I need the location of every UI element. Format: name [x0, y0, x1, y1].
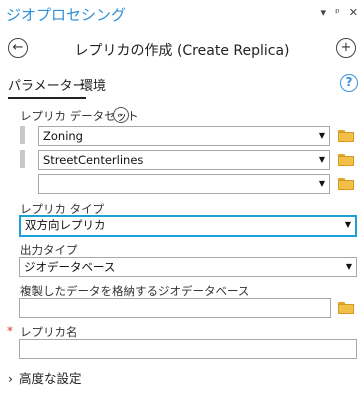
dataset-row-3[interactable]: ▼ — [38, 174, 330, 194]
dropdown-arrow-icon: ▼ — [318, 131, 325, 140]
chevron-right-icon: › — [8, 371, 13, 386]
close-icon[interactable]: ✕ — [349, 7, 358, 19]
dropdown-arrow-icon: ▼ — [344, 220, 351, 229]
folder-icon[interactable] — [338, 302, 354, 314]
tool-title: レプリカの作成 (Create Replica) — [74, 43, 290, 59]
advanced-settings-toggle[interactable]: › 高度な設定 — [8, 368, 82, 387]
replica-name-input[interactable] — [19, 339, 357, 359]
dataset-row-2[interactable]: StreetCenterlines ▼ — [38, 150, 330, 170]
dataset-row-2-value: StreetCenterlines — [43, 153, 144, 167]
advanced-settings-label: 高度な設定 — [19, 371, 82, 386]
tab-parameters[interactable]: パラメーター — [8, 75, 86, 99]
dataset-row-1-value: Zoning — [43, 129, 83, 143]
folder-icon[interactable] — [338, 154, 354, 166]
dropdown-arrow-icon: ▼ — [318, 179, 325, 188]
target-gdb-input[interactable] — [19, 298, 331, 318]
pane-title: ジオプロセシング — [6, 6, 127, 24]
pane-controls: ▾ ᵖ ✕ — [321, 7, 358, 19]
required-marker: * — [7, 324, 13, 338]
plus-icon[interactable]: + — [336, 38, 356, 58]
target-gdb-label: 複製したデータを格納するジオデータベース — [20, 284, 250, 298]
output-type-select[interactable]: ジオデータベース ▼ — [19, 257, 357, 277]
dropdown-arrow-icon: ▼ — [318, 155, 325, 164]
row-drag-handle[interactable] — [20, 126, 25, 144]
output-type-value: ジオデータベース — [24, 260, 116, 274]
folder-icon[interactable] — [338, 130, 354, 142]
output-type-label: 出力タイプ — [20, 243, 78, 257]
replica-type-value: 双方向レプリカ — [25, 218, 106, 232]
chevron-down-icon[interactable]: ⌄ — [113, 107, 129, 123]
dropdown-arrow-icon: ▼ — [345, 262, 352, 271]
pane-menu-icon[interactable]: ▾ — [321, 7, 327, 19]
replica-name-label: レプリカ名 — [20, 325, 78, 339]
tab-environments[interactable]: 環境 — [80, 75, 106, 94]
replica-type-select[interactable]: 双方向レプリカ ▼ — [19, 215, 357, 237]
folder-icon[interactable] — [338, 178, 354, 190]
pane-titlebar: ジオプロセシング ▾ ᵖ ✕ — [0, 0, 364, 30]
tab-bar: パラメーター 環境 ? — [0, 72, 364, 99]
tool-header: ← レプリカの作成 (Create Replica) + — [0, 34, 364, 64]
help-icon[interactable]: ? — [340, 74, 358, 92]
pin-icon[interactable]: ᵖ — [335, 7, 340, 19]
row-drag-handle[interactable] — [20, 150, 25, 168]
dataset-row-1[interactable]: Zoning ▼ — [38, 126, 330, 146]
